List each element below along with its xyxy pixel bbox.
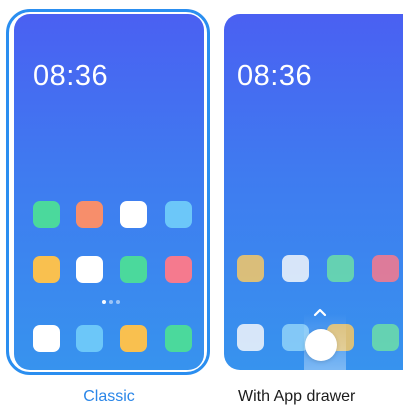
app-icon [76,256,103,283]
app-icon [282,255,309,282]
app-icon [165,201,192,228]
app-icon [76,201,103,228]
clock-time: 08:36 [33,60,109,92]
swipe-gesture-touch-icon [305,329,337,361]
app-drawer-phone-preview: 08:36 [224,14,403,370]
dock-icon [76,325,103,352]
dock-icon [237,324,264,351]
app-drawer-layout-option[interactable]: 08:36 With App drawer [218,0,403,407]
app-icon [33,201,60,228]
classic-phone-preview: 08:36 [14,14,204,370]
page-dot [102,300,106,304]
app-icon [327,255,354,282]
app-icon [120,256,147,283]
classic-layout-option[interactable]: 08:36 Classic [0,0,218,407]
app-icon [165,256,192,283]
dock-icon [33,325,60,352]
option-label-app-drawer: With App drawer [238,388,356,405]
app-icon [120,201,147,228]
dock-icon [120,325,147,352]
clock-time: 08:36 [237,60,313,92]
page-dot [109,300,113,304]
page-dot [116,300,120,304]
dock-icon [165,325,192,352]
app-icon [237,255,264,282]
dock-icon [372,324,399,351]
app-icon [372,255,399,282]
app-icon [33,256,60,283]
option-label-classic: Classic [83,388,135,405]
